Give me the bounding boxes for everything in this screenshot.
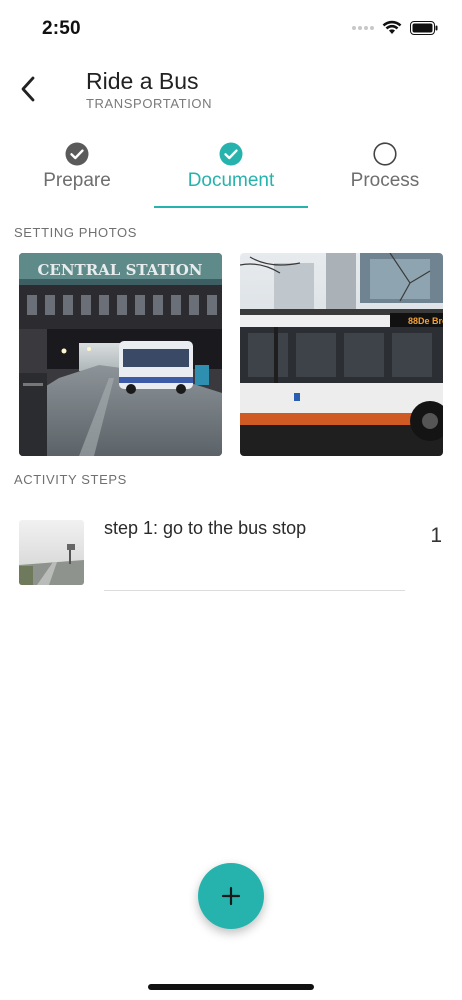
status-bar: 2:50 bbox=[0, 0, 462, 56]
check-circle-icon bbox=[219, 142, 243, 166]
bus-side-photo[interactable]: 88De Bro bbox=[240, 253, 443, 456]
list-item[interactable]: step 1: go to the bus stop 1 bbox=[0, 506, 462, 592]
header: Ride a Bus TRANSPORTATION bbox=[0, 64, 462, 124]
station-sign-text: CENTRAL STATION bbox=[37, 261, 202, 279]
cellular-signal-icon bbox=[352, 25, 374, 30]
page-subtitle: TRANSPORTATION bbox=[86, 96, 213, 111]
plus-icon bbox=[221, 886, 241, 906]
tab-prepare[interactable]: Prepare bbox=[0, 138, 154, 210]
chevron-left-icon bbox=[21, 76, 35, 102]
activity-steps-label: ACTIVITY STEPS bbox=[14, 472, 127, 487]
step-thumbnail bbox=[19, 520, 84, 585]
battery-icon bbox=[410, 20, 438, 35]
tab-process[interactable]: Process bbox=[308, 138, 462, 210]
check-circle-icon bbox=[65, 142, 89, 166]
wifi-icon bbox=[382, 20, 402, 35]
tab-label: Document bbox=[187, 170, 275, 191]
step-text: step 1: go to the bus stop bbox=[104, 518, 307, 538]
step-number: 1 bbox=[430, 524, 442, 547]
add-step-button[interactable] bbox=[198, 863, 264, 929]
page-title: Ride a Bus bbox=[86, 68, 199, 94]
tab-label: Prepare bbox=[43, 170, 111, 191]
setting-photos: CENTRAL STATION 88De Br bbox=[19, 253, 443, 456]
back-button[interactable] bbox=[14, 72, 42, 106]
active-tab-indicator bbox=[154, 206, 308, 208]
divider bbox=[104, 590, 405, 591]
home-indicator bbox=[148, 984, 314, 990]
status-time: 2:50 bbox=[42, 18, 81, 39]
tab-document[interactable]: Document bbox=[154, 138, 308, 210]
bus-destination-text: 88De Bro bbox=[408, 316, 443, 326]
status-icons bbox=[352, 20, 438, 35]
tab-label: Process bbox=[350, 170, 420, 191]
central-station-photo[interactable]: CENTRAL STATION bbox=[19, 253, 222, 456]
step-tabs: Prepare Document Process bbox=[0, 138, 462, 210]
setting-photos-label: SETTING PHOTOS bbox=[14, 225, 138, 240]
empty-circle-icon bbox=[373, 142, 397, 166]
